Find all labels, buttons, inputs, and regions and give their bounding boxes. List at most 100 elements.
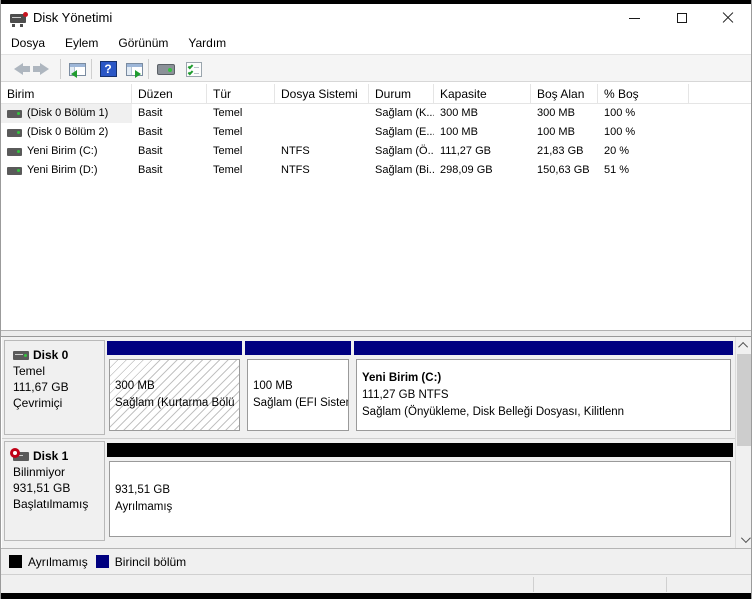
disk-row-separator [2,438,751,439]
action-pane-toggle-button[interactable] [122,58,146,80]
screen-bottom-strip [1,593,751,599]
column-header-type[interactable]: Tür [207,84,275,103]
minimize-button[interactable] [617,4,651,32]
title-bar[interactable]: Disk Yönetimi [1,4,751,32]
back-button[interactable] [6,58,30,80]
disk-type: Bilinmiyor [13,465,66,479]
minimize-icon [628,17,640,19]
help-button[interactable]: ? [96,58,120,80]
status-cell: Sağlam (K... [375,107,434,119]
capacity-cell: 298,09 GB [440,164,493,176]
checklist-button[interactable] [182,58,206,80]
disk-size: 931,51 GB [13,481,71,495]
disk1-header-panel[interactable]: Disk 1 Bilinmiyor 931,51 GB Başlatılmamı… [4,441,105,541]
disk0-partition-c[interactable]: Yeni Birim (C:) 111,27 GB NTFS Sağlam (Ö… [354,341,733,435]
freespace-cell: 300 MB [537,107,575,119]
partition-status: Sağlam (Önyükleme, Disk Belleği Dosyası,… [362,405,625,418]
column-header-status[interactable]: Durum [369,84,434,103]
column-header-freepct[interactable]: % Boş [598,84,689,103]
chevron-down-icon [740,533,751,544]
table-row[interactable]: Yeni Birim (D:) Basit Temel NTFS Sağlam … [1,161,751,180]
legend-bar: Ayrılmamış Birincil bölüm [1,548,751,574]
scrollbar-thumb[interactable] [737,354,751,446]
column-header-freespace[interactable]: Boş Alan [531,84,598,103]
menu-view[interactable]: Görünüm [108,33,178,53]
disk0-partition-recovery[interactable]: 300 MB Sağlam (Kurtarma Bölü [107,341,242,435]
volume-name: Yeni Birim (D:) [27,164,98,176]
statusbar-separator [533,577,534,592]
forward-icon [32,63,49,75]
disk0-header-panel[interactable]: Disk 0 Temel 111,67 GB Çevrimiçi [4,340,105,435]
primary-partition-band [245,341,351,355]
menu-action[interactable]: Eylem [55,33,108,53]
primary-partition-swatch [95,555,109,568]
disk-status: Başlatılmamış [13,497,89,511]
type-cell: Temel [213,107,243,119]
back-icon [13,63,30,75]
disk-type: Temel [13,364,46,378]
table-row[interactable]: (Disk 0 Bölüm 2) Basit Temel Sağlam (E..… [1,123,751,142]
toolbar-separator [60,59,61,79]
volume-name: Yeni Birim (C:) [27,145,98,157]
freepct-cell: 20 % [604,145,630,157]
disk-icon [13,350,29,360]
vertical-scrollbar[interactable] [735,337,751,548]
disk-status: Çevrimiçi [13,396,63,410]
disk0-partition-efi[interactable]: 100 MB Sağlam (EFI Sisten [245,341,351,435]
partition-title: Yeni Birim (C:) [362,371,442,384]
console-tree-toggle-icon [68,62,86,78]
capacity-cell: 100 MB [440,126,478,138]
menu-file[interactable]: Dosya [1,33,55,53]
chevron-up-icon [738,341,749,352]
volume-icon [7,109,22,118]
toolbar: ? [1,54,751,82]
filesystem-cell [275,123,369,142]
column-header-volume[interactable]: Birim [1,84,132,103]
action-pane-toggle-icon [125,62,143,78]
volume-name: (Disk 0 Bölüm 1) [27,107,109,119]
column-header-capacity[interactable]: Kapasite [434,84,531,103]
status-cell: Sağlam (E... [375,126,434,138]
checklist-icon [186,61,202,77]
disk-management-window: Disk Yönetimi Dosya Eylem Görünüm Yardım… [0,0,752,599]
layout-cell: Basit [138,164,163,176]
scroll-up-button[interactable] [736,337,751,354]
volume-icon [7,128,22,137]
help-icon: ? [99,61,117,77]
table-row[interactable]: Yeni Birim (C:) Basit Temel NTFS Sağlam … [1,142,751,161]
disk1-unallocated-region[interactable]: 931,51 GB Ayrılmamış [107,443,733,541]
console-tree-toggle-button[interactable] [65,58,89,80]
scroll-down-button[interactable] [736,531,751,548]
disk-name: Disk 1 [33,449,69,463]
menu-help[interactable]: Yardım [178,33,236,53]
table-row[interactable]: (Disk 0 Bölüm 1) Basit Temel Sağlam (K..… [1,104,751,123]
column-header-filesystem[interactable]: Dosya Sistemi [275,84,369,103]
unallocated-band [107,443,733,457]
forward-button[interactable] [32,58,56,80]
freespace-cell: 100 MB [537,126,575,138]
type-cell: Temel [213,164,243,176]
status-cell: Sağlam (Bi... [375,164,434,176]
legend-label: Birincil bölüm [114,554,187,569]
partition-size: 300 MB [115,380,155,392]
pane-splitter[interactable] [1,330,751,337]
layout-cell: Basit [138,126,163,138]
close-button[interactable] [711,4,745,32]
layout-cell: Basit [138,107,163,119]
drive-properties-button[interactable] [154,58,178,80]
volume-list-header: Birim Düzen Tür Dosya Sistemi Durum Kapa… [1,84,751,104]
screen-top-strip [1,0,751,4]
freepct-cell: 51 % [604,164,630,176]
layout-cell: Basit [138,145,163,157]
column-header-layout[interactable]: Düzen [132,84,207,103]
volume-icon [7,147,22,156]
partition-size: 931,51 GB [115,484,170,496]
partition-size: 100 MB [253,380,293,392]
disk-error-icon [10,447,29,461]
volume-name: (Disk 0 Bölüm 2) [27,126,109,138]
disk-graphical-pane: Disk 0 Temel 111,67 GB Çevrimiçi 300 MB … [2,337,751,548]
status-cell: Sağlam (Ö... [375,145,434,157]
primary-partition-band [354,341,733,355]
window-title: Disk Yönetimi [33,10,113,25]
maximize-button[interactable] [665,4,699,32]
